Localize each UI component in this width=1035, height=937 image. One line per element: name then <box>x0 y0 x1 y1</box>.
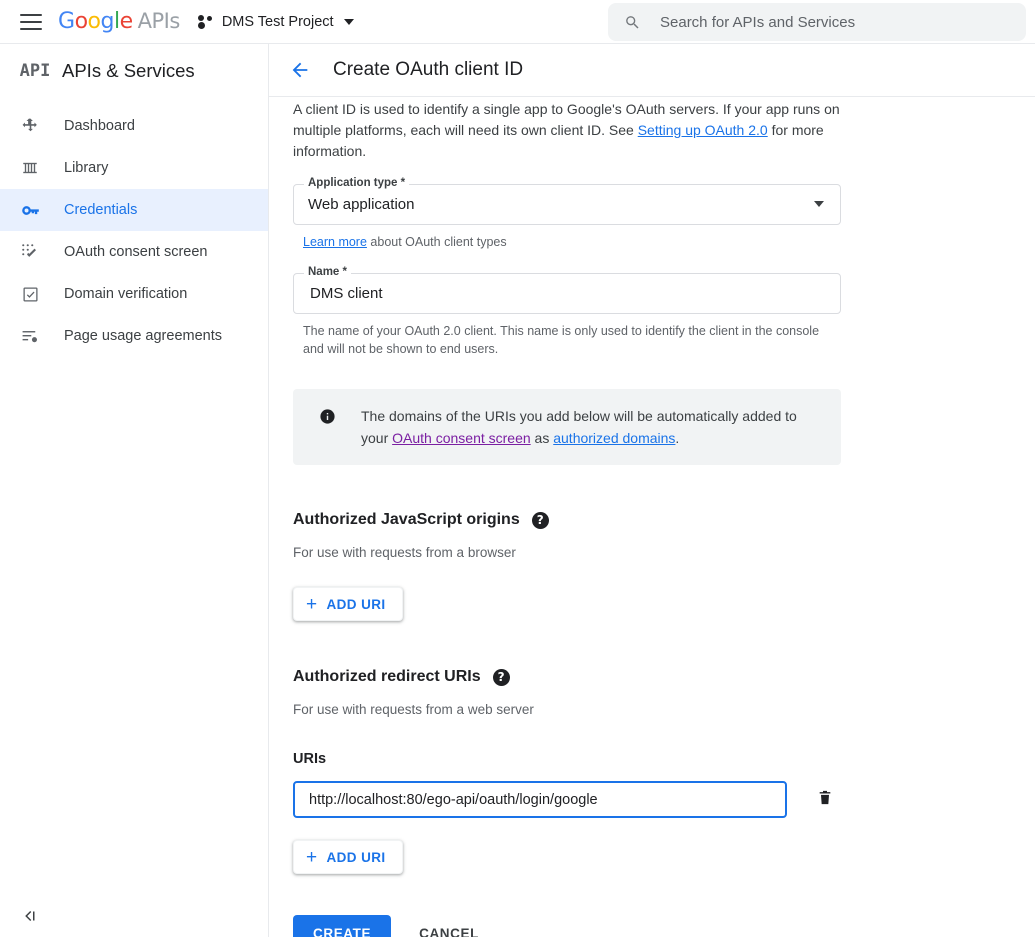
hamburger-icon[interactable] <box>20 13 42 30</box>
top-bar: Google APIs DMS Test Project <box>0 0 1035 44</box>
banner-text-2: as <box>530 430 554 446</box>
sidebar-item-label: Credentials <box>64 202 138 218</box>
google-apis-logo: Google APIs <box>58 8 181 34</box>
project-name: DMS Test Project <box>221 13 334 30</box>
form-actions: CREATE CANCEL <box>293 915 841 937</box>
uris-label: URIs <box>293 751 327 767</box>
sidebar-item-label: Page usage agreements <box>64 328 222 344</box>
app-shell: API APIs & Services Dashboard Library Cr… <box>0 44 1035 937</box>
sidebar-item-label: OAuth consent screen <box>64 244 208 260</box>
trash-icon[interactable] <box>817 788 833 812</box>
redirect-uris-section: Authorized redirect URIs ? For use with … <box>293 668 841 874</box>
uri-row <box>293 781 841 818</box>
main-content: Create OAuth client ID A client ID is us… <box>269 44 1035 937</box>
key-icon <box>18 198 42 222</box>
search-input[interactable] <box>658 12 1010 32</box>
learn-more-rest: about OAuth client types <box>366 235 507 249</box>
plus-icon: + <box>306 593 318 615</box>
info-banner-text: The domains of the URIs you add below wi… <box>361 405 823 449</box>
form-container: A client ID is used to identify a single… <box>269 97 1035 937</box>
sidebar-title: APIs & Services <box>62 59 195 81</box>
redirect-uris-title-row: Authorized redirect URIs ? <box>293 668 841 686</box>
logo-letter-o1: o <box>74 8 88 34</box>
logo-letter-o2: o <box>87 8 101 34</box>
page-usage-icon <box>18 324 42 348</box>
redirect-uris-title: Authorized redirect URIs <box>293 668 481 685</box>
dashboard-icon <box>18 114 42 138</box>
js-origins-subtitle: For use with requests from a browser <box>293 545 516 560</box>
sidebar-nav: Dashboard Library Credentials OAuth cons… <box>0 97 268 357</box>
library-icon <box>18 156 42 180</box>
help-icon[interactable]: ? <box>492 668 510 686</box>
search-bar[interactable] <box>608 3 1026 41</box>
banner-text-3: . <box>675 430 680 446</box>
client-name-input[interactable] <box>308 284 826 303</box>
sidebar-item-credentials[interactable]: Credentials <box>0 189 268 231</box>
plus-icon: + <box>306 846 318 868</box>
project-selector[interactable]: DMS Test Project <box>197 13 354 30</box>
logo-letter-G: G <box>58 8 75 34</box>
chevron-down-icon <box>343 18 354 25</box>
redirect-uris-add-uri-label: ADD URI <box>326 849 386 865</box>
js-origins-section: Authorized JavaScript origins ? For use … <box>293 511 841 621</box>
sidebar-item-oauth-consent-screen[interactable]: OAuth consent screen <box>0 231 268 273</box>
client-name-label: Name * <box>304 266 351 278</box>
search-icon <box>626 15 639 29</box>
sidebar-item-page-usage-agreements[interactable]: Page usage agreements <box>0 315 268 357</box>
back-arrow-icon[interactable] <box>289 59 311 81</box>
oauth-consent-screen-link[interactable]: OAuth consent screen <box>392 430 531 446</box>
project-dots-icon <box>197 14 214 29</box>
help-icon[interactable]: ? <box>531 511 549 529</box>
logo-letter-e: e <box>119 8 134 34</box>
client-name-field[interactable]: Name * <box>293 266 841 314</box>
sidebar-item-label: Library <box>64 160 109 176</box>
application-type-label: Application type * <box>304 177 410 189</box>
setting-up-oauth-link[interactable]: Setting up OAuth 2.0 <box>638 122 768 138</box>
checkbox-icon <box>18 282 42 306</box>
page-header: Create OAuth client ID <box>269 44 1035 97</box>
redirect-uri-field[interactable] <box>293 781 787 818</box>
collapse-sidebar-icon[interactable] <box>20 907 40 925</box>
sidebar-item-label: Domain verification <box>64 286 188 302</box>
js-origins-title: Authorized JavaScript origins <box>293 511 520 528</box>
page-description: A client ID is used to identify a single… <box>293 97 841 162</box>
sidebar-item-dashboard[interactable]: Dashboard <box>0 105 268 147</box>
page-title: Create OAuth client ID <box>333 59 524 80</box>
sidebar: API APIs & Services Dashboard Library Cr… <box>0 44 269 937</box>
sidebar-item-domain-verification[interactable]: Domain verification <box>0 273 268 315</box>
application-type-helper: Learn more about OAuth client types <box>303 233 841 251</box>
client-name-helper: The name of your OAuth 2.0 client. This … <box>303 324 820 356</box>
js-origins-title-row: Authorized JavaScript origins ? <box>293 511 841 529</box>
sidebar-item-label: Dashboard <box>64 118 135 134</box>
js-origins-add-uri-label: ADD URI <box>326 596 386 612</box>
sidebar-header: API APIs & Services <box>0 44 268 97</box>
learn-more-link[interactable]: Learn more <box>303 235 367 249</box>
api-badge: API <box>19 60 51 81</box>
application-type-value: Web application <box>308 196 415 213</box>
create-button[interactable]: CREATE <box>293 915 392 937</box>
cancel-button[interactable]: CANCEL <box>403 915 495 937</box>
consent-screen-icon <box>18 240 42 264</box>
application-type-select[interactable]: Application type * Web application <box>293 177 841 225</box>
logo-letter-g: g <box>100 8 115 34</box>
authorized-domains-link[interactable]: authorized domains <box>553 430 675 446</box>
js-origins-add-uri-button[interactable]: + ADD URI <box>293 587 403 621</box>
redirect-uris-subtitle: For use with requests from a web server <box>293 702 534 717</box>
info-banner: The domains of the URIs you add below wi… <box>293 389 841 465</box>
info-icon <box>293 405 361 425</box>
dropdown-caret-icon <box>814 201 824 207</box>
logo-word-apis: APIs <box>137 8 181 33</box>
sidebar-item-library[interactable]: Library <box>0 147 268 189</box>
redirect-uris-add-uri-button[interactable]: + ADD URI <box>293 840 403 874</box>
redirect-uri-input[interactable] <box>307 790 773 809</box>
